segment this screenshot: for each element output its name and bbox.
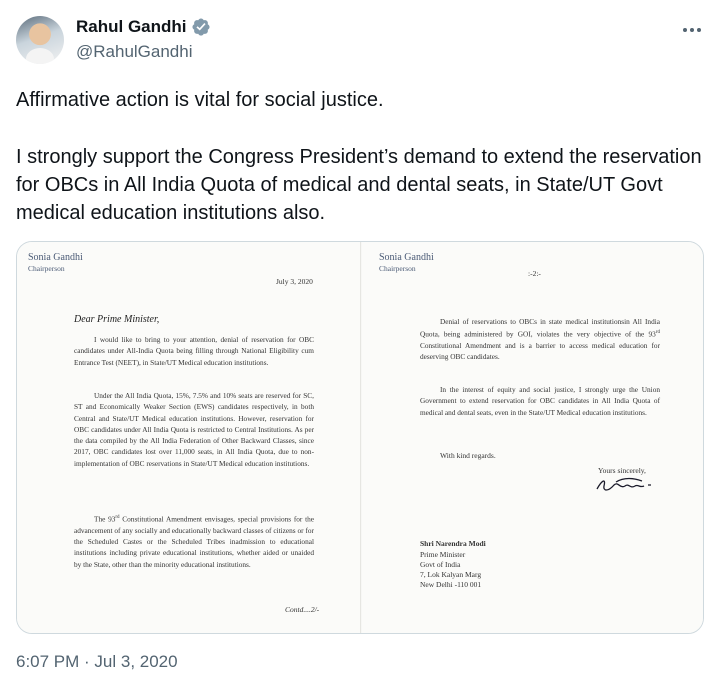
letter-paragraph: The 93rd Constitutional Amendment envisa… — [74, 514, 315, 569]
salutation: Dear Prime Minister, — [74, 314, 160, 325]
sender-role: Chairperson — [379, 264, 416, 273]
continued-note: Contd....2/- — [285, 605, 320, 614]
avatar[interactable] — [16, 16, 64, 64]
letterhead: Sonia Gandhi Chairperson — [28, 252, 83, 274]
addressee-name: Shri Narendra Modi — [420, 539, 486, 548]
letter-paragraph: Under the All India Quota, 15%, 7.5% and… — [74, 391, 314, 468]
dot — [697, 28, 701, 32]
letter-page-2: Sonia Gandhi Chairperson :-2:- Denial of… — [362, 242, 703, 633]
sender-name: Sonia Gandhi — [379, 252, 434, 263]
handle[interactable]: @RahulGandhi — [76, 42, 193, 62]
sender-name: Sonia Gandhi — [28, 252, 83, 263]
addressee-line: New Delhi -110 001 — [420, 580, 482, 589]
tweet: Rahul Gandhi @RahulGandhi Affirmative ac… — [0, 0, 720, 688]
more-options-icon[interactable] — [680, 18, 704, 42]
page-number: :-2:- — [528, 269, 541, 278]
tweet-timestamp[interactable]: 6:07 PM · Jul 3, 2020 — [16, 652, 178, 672]
sender-role: Chairperson — [28, 264, 65, 273]
tweet-paragraph: I strongly support the Congress Presiden… — [16, 146, 702, 224]
letter-paragraph: Denial of reservations to OBCs in state … — [420, 317, 660, 362]
verified-badge-icon[interactable] — [191, 17, 211, 37]
letter-paragraph: I would like to bring to your attention,… — [74, 335, 314, 367]
letterhead: Sonia Gandhi Chairperson — [379, 252, 434, 274]
letter-paragraph: In the interest of equity and social jus… — [420, 385, 660, 417]
dot — [690, 28, 694, 32]
dot — [683, 28, 687, 32]
tweet-paragraph: Affirmative action is vital for social j… — [16, 89, 384, 111]
tweet-date[interactable]: Jul 3, 2020 — [94, 652, 177, 671]
signature-icon — [596, 477, 651, 491]
letter-page-1: Sonia Gandhi Chairperson July 3, 2020 De… — [17, 242, 361, 633]
author-name-row: Rahul Gandhi — [76, 17, 211, 37]
letter-image[interactable]: Sonia Gandhi Chairperson July 3, 2020 De… — [16, 241, 704, 634]
display-name[interactable]: Rahul Gandhi — [76, 17, 187, 37]
closing: With kind regards. — [440, 451, 496, 460]
tweet-text: Affirmative action is vital for social j… — [16, 86, 706, 227]
tweet-time[interactable]: 6:07 PM — [16, 652, 79, 671]
separator: · — [79, 652, 95, 671]
letter-date: July 3, 2020 — [276, 277, 313, 286]
